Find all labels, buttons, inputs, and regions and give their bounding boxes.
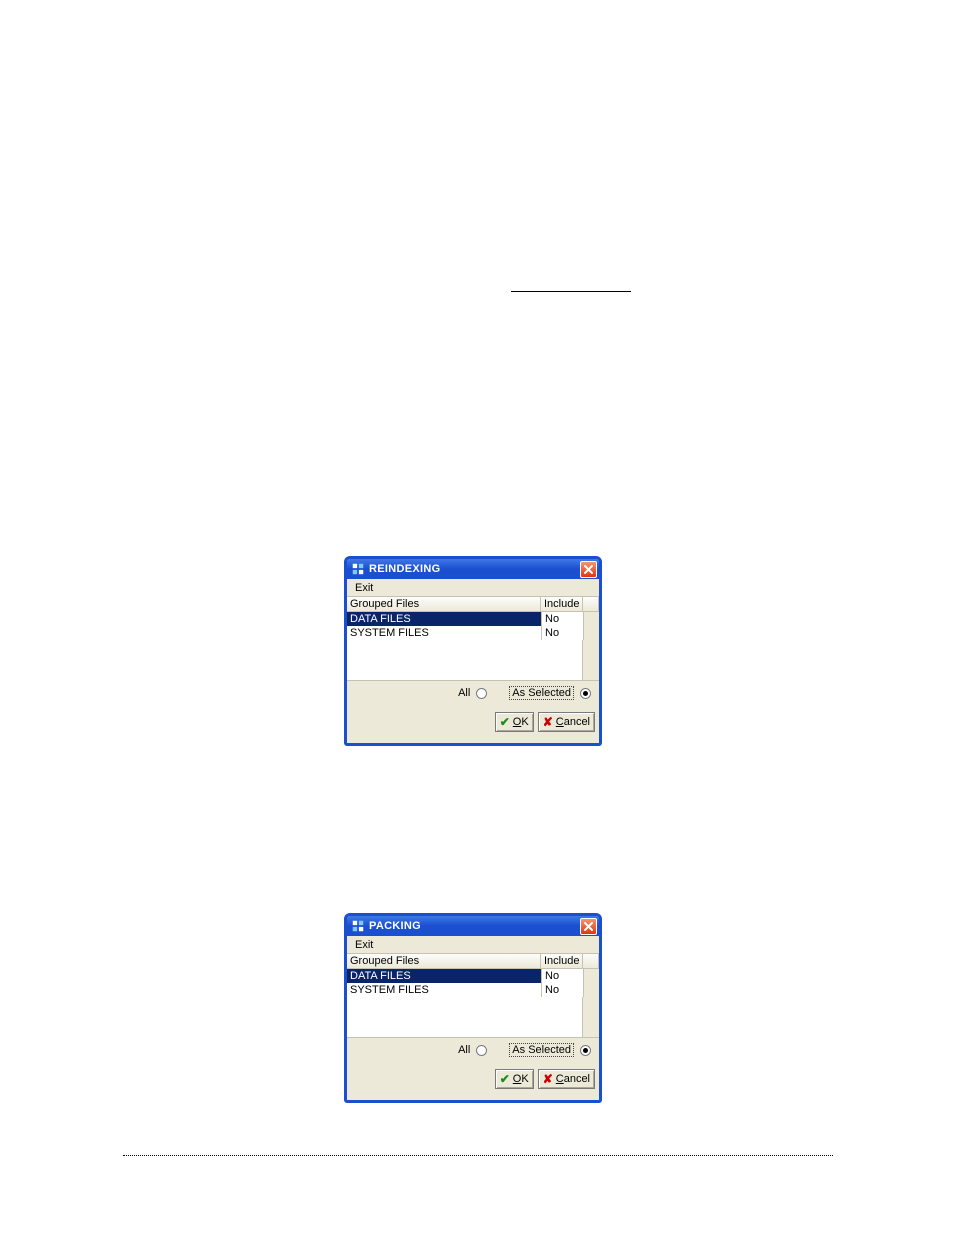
window-title: REINDEXING bbox=[369, 563, 440, 575]
menu-bar: Exit bbox=[347, 936, 599, 954]
packing-dialog: PACKING Exit Grouped Files Include DATA … bbox=[344, 913, 602, 1103]
close-button[interactable] bbox=[580, 561, 597, 578]
scrollbar-header bbox=[583, 597, 599, 612]
table-filler bbox=[347, 997, 599, 1037]
cell-files: DATA FILES bbox=[347, 612, 541, 626]
scrollbar-track[interactable] bbox=[582, 640, 599, 680]
table-header-row: Grouped Files Include bbox=[347, 597, 599, 612]
underline-decoration bbox=[511, 291, 631, 292]
table-filler bbox=[347, 640, 599, 680]
window-title: PACKING bbox=[369, 920, 421, 932]
radio-as-selected[interactable] bbox=[580, 688, 591, 699]
table-row[interactable]: DATA FILES No bbox=[347, 612, 599, 626]
radio-group: All As Selected bbox=[347, 1038, 599, 1062]
cell-files: SYSTEM FILES bbox=[347, 983, 541, 997]
scrollbar-track[interactable] bbox=[583, 983, 599, 997]
title-bar-left: REINDEXING bbox=[351, 562, 440, 576]
scrollbar-track[interactable] bbox=[583, 612, 599, 626]
radio-as-selected[interactable] bbox=[580, 1045, 591, 1056]
cell-include: No bbox=[541, 626, 583, 640]
app-icon bbox=[351, 919, 365, 933]
reindexing-dialog: REINDEXING Exit Grouped Files Include DA… bbox=[344, 556, 602, 746]
cancel-button[interactable]: ✘ Cancel bbox=[538, 712, 595, 732]
divider-dotted bbox=[123, 1155, 833, 1156]
radio-group: All As Selected bbox=[347, 681, 599, 705]
x-icon: ✘ bbox=[543, 716, 553, 728]
close-icon bbox=[584, 922, 593, 931]
files-table: Grouped Files Include DATA FILES No SYST… bbox=[347, 954, 599, 1038]
scrollbar-header bbox=[583, 954, 599, 969]
title-bar[interactable]: PACKING bbox=[347, 916, 599, 936]
dialog-buttons: ✔ OK ✘ Cancel bbox=[347, 705, 599, 743]
radio-all[interactable] bbox=[476, 1045, 487, 1056]
files-table: Grouped Files Include DATA FILES No SYST… bbox=[347, 597, 599, 681]
scrollbar-track[interactable] bbox=[583, 626, 599, 640]
cell-files: DATA FILES bbox=[347, 969, 541, 983]
cell-include: No bbox=[541, 612, 583, 626]
check-icon: ✔ bbox=[500, 1073, 510, 1085]
table-row[interactable]: SYSTEM FILES No bbox=[347, 983, 599, 997]
menu-exit[interactable]: Exit bbox=[351, 581, 377, 595]
col-grouped-files[interactable]: Grouped Files bbox=[347, 597, 541, 612]
radio-as-selected-label: As Selected bbox=[509, 1043, 574, 1057]
cancel-button[interactable]: ✘ Cancel bbox=[538, 1069, 595, 1089]
radio-all-label: All bbox=[458, 1044, 470, 1056]
close-icon bbox=[584, 565, 593, 574]
scrollbar-track[interactable] bbox=[583, 969, 599, 983]
col-include[interactable]: Include bbox=[541, 597, 583, 612]
col-include[interactable]: Include bbox=[541, 954, 583, 969]
app-icon bbox=[351, 562, 365, 576]
title-bar-left: PACKING bbox=[351, 919, 421, 933]
table-row[interactable]: DATA FILES No bbox=[347, 969, 599, 983]
close-button[interactable] bbox=[580, 918, 597, 935]
ok-button[interactable]: ✔ OK bbox=[495, 712, 534, 732]
cell-include: No bbox=[541, 983, 583, 997]
radio-all-label: All bbox=[458, 687, 470, 699]
radio-all[interactable] bbox=[476, 688, 487, 699]
cancel-rest: ancel bbox=[564, 716, 590, 728]
col-grouped-files[interactable]: Grouped Files bbox=[347, 954, 541, 969]
dialog-buttons: ✔ OK ✘ Cancel bbox=[347, 1062, 599, 1100]
menu-exit[interactable]: Exit bbox=[351, 938, 377, 952]
scrollbar-track[interactable] bbox=[582, 997, 599, 1037]
check-icon: ✔ bbox=[500, 716, 510, 728]
table-header-row: Grouped Files Include bbox=[347, 954, 599, 969]
cell-files: SYSTEM FILES bbox=[347, 626, 541, 640]
title-bar[interactable]: REINDEXING bbox=[347, 559, 599, 579]
x-icon: ✘ bbox=[543, 1073, 553, 1085]
radio-as-selected-label: As Selected bbox=[509, 686, 574, 700]
cell-include: No bbox=[541, 969, 583, 983]
ok-rest: K bbox=[521, 716, 528, 728]
table-row[interactable]: SYSTEM FILES No bbox=[347, 626, 599, 640]
ok-button[interactable]: ✔ OK bbox=[495, 1069, 534, 1089]
menu-bar: Exit bbox=[347, 579, 599, 597]
